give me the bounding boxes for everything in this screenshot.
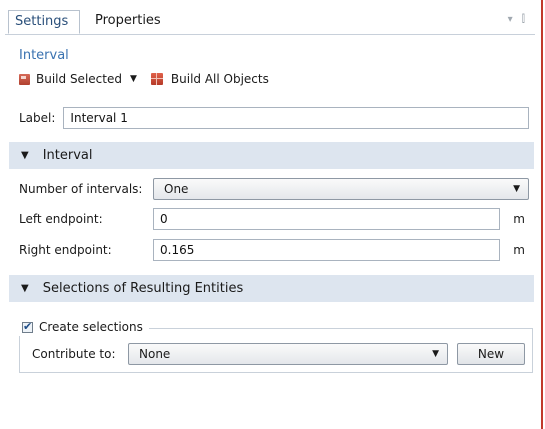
dropdown-arrow-icon: ▼ — [513, 184, 520, 194]
chevron-down-icon[interactable]: ▾ — [508, 14, 513, 25]
right-endpoint-row: Right endpoint: 0.165 m — [19, 239, 529, 261]
label-field-label: Label: — [19, 111, 56, 125]
pin-icon[interactable]: ⫿ — [522, 14, 525, 25]
build-all-label: Build All Objects — [170, 72, 269, 86]
contribute-to-select[interactable]: None ▼ — [128, 343, 448, 365]
build-selected-label: Build Selected — [36, 72, 122, 86]
build-selected-icon — [19, 73, 30, 85]
tab-properties[interactable]: Properties — [89, 10, 173, 34]
section-title: Selections of Resulting Entities — [42, 281, 244, 296]
chevron-down-icon[interactable]: ▼ — [130, 74, 137, 84]
tab-bar: Settings Properties ▾ ⫿ — [5, 8, 535, 35]
right-endpoint-label: Right endpoint: — [19, 243, 112, 257]
dropdown-arrow-icon: ▼ — [432, 349, 439, 359]
build-all-objects-button[interactable]: Build All Objects — [150, 72, 269, 86]
left-endpoint-input[interactable]: 0 — [153, 208, 500, 230]
num-intervals-select[interactable]: One ▼ — [153, 178, 529, 200]
collapse-triangle-icon: ▼ — [21, 283, 29, 294]
section-header-selections[interactable]: ▼ Selections of Resulting Entities — [9, 275, 534, 302]
create-selections-checkbox[interactable] — [22, 320, 33, 333]
left-endpoint-row: Left endpoint: 0 m — [19, 208, 529, 230]
build-all-icon — [150, 73, 163, 85]
contribute-to-value: None — [139, 347, 171, 361]
page-title: Interval — [19, 48, 69, 63]
tab-settings[interactable]: Settings — [8, 10, 80, 34]
new-button[interactable]: New — [457, 343, 525, 365]
label-row: Label: Interval 1 — [19, 107, 530, 129]
num-intervals-label: Number of intervals: — [19, 182, 143, 196]
toolbar: Build Selected ▼ Build All Objects — [19, 70, 283, 88]
label-input[interactable]: Interval 1 — [63, 107, 530, 129]
panel-controls: ▾ ⫿ — [502, 14, 525, 25]
build-selected-button[interactable]: Build Selected ▼ — [19, 72, 137, 86]
right-endpoint-unit: m — [513, 243, 525, 257]
left-endpoint-unit: m — [513, 212, 525, 226]
create-selections-label: Create selections — [39, 320, 143, 334]
right-endpoint-input[interactable]: 0.165 — [153, 239, 500, 261]
num-intervals-value: One — [164, 182, 189, 196]
collapse-triangle-icon: ▼ — [21, 150, 29, 161]
settings-panel: Settings Properties ▾ ⫿ Interval Build S… — [0, 0, 543, 429]
left-endpoint-label: Left endpoint: — [19, 212, 103, 226]
section-header-interval[interactable]: ▼ Interval — [9, 142, 534, 169]
num-intervals-row: Number of intervals: One ▼ — [19, 178, 529, 200]
create-selections-checkbox-row[interactable]: Create selections — [19, 318, 149, 336]
contribute-to-label: Contribute to: — [32, 347, 116, 361]
section-title: Interval — [42, 148, 93, 163]
